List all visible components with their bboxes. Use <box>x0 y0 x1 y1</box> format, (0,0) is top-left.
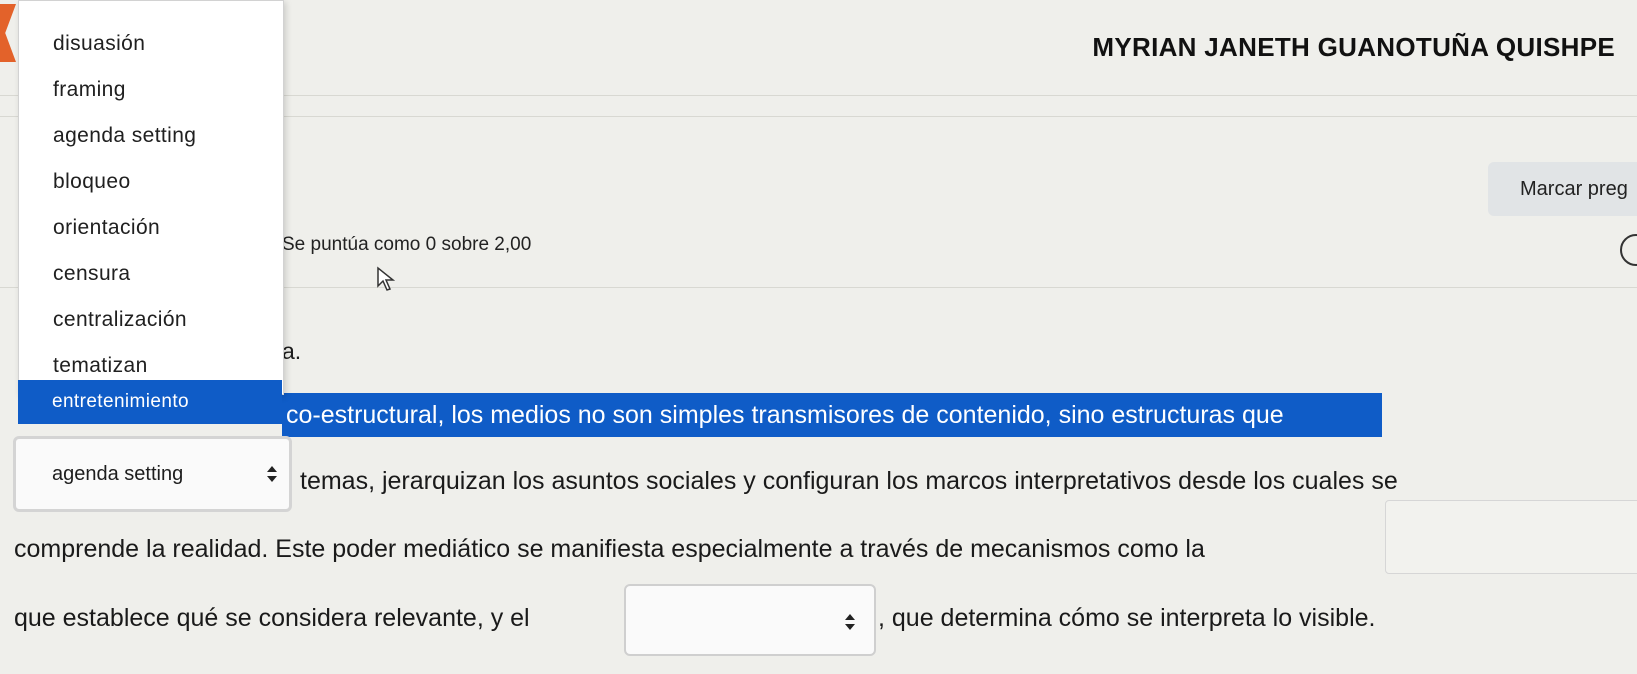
flag-question-button[interactable]: Marcar preg <box>1488 162 1637 216</box>
sort-arrows-icon <box>845 614 855 630</box>
answer-select-1[interactable]: agenda setting <box>13 436 292 512</box>
paragraph-line-4b: , que determina cómo se interpreta lo vi… <box>878 604 1376 632</box>
dropdown-options-list[interactable]: disuasión framing agenda setting bloqueo… <box>18 0 284 395</box>
answer-select-2[interactable] <box>1385 500 1637 574</box>
paragraph-line-4a: que establece qué se considera relevante… <box>14 604 530 632</box>
mouse-cursor-icon <box>377 266 396 291</box>
answer-select-3[interactable] <box>624 584 876 656</box>
dropdown-option[interactable]: centralización <box>19 297 283 343</box>
navigation-arrow-icon[interactable] <box>0 4 16 62</box>
dropdown-option[interactable]: framing <box>19 67 283 113</box>
select-value: agenda setting <box>52 463 184 485</box>
paragraph-line-3: comprende la realidad. Este poder mediát… <box>14 535 1205 563</box>
selected-text-line: co-estructural, los medios no son simple… <box>282 393 1382 437</box>
dropdown-option[interactable]: censura <box>19 251 283 297</box>
dropdown-option[interactable]: disuasión <box>19 21 283 67</box>
score-text: Se puntúa como 0 sobre 2,00 <box>282 234 532 255</box>
dropdown-option[interactable]: agenda setting <box>19 113 283 159</box>
paragraph-line-2: temas, jerarquizan los asuntos sociales … <box>300 467 1398 495</box>
sort-arrows-icon <box>267 466 277 482</box>
user-name[interactable]: MYRIAN JANETH GUANOTUÑA QUISHPE <box>1092 32 1615 63</box>
paragraph-fragment: a. <box>282 338 302 364</box>
dropdown-option[interactable]: orientación <box>19 205 283 251</box>
dropdown-option[interactable]: bloqueo <box>19 159 283 205</box>
dropdown-option-highlighted[interactable]: entretenimiento <box>18 380 282 424</box>
info-circle-icon[interactable] <box>1620 234 1637 266</box>
